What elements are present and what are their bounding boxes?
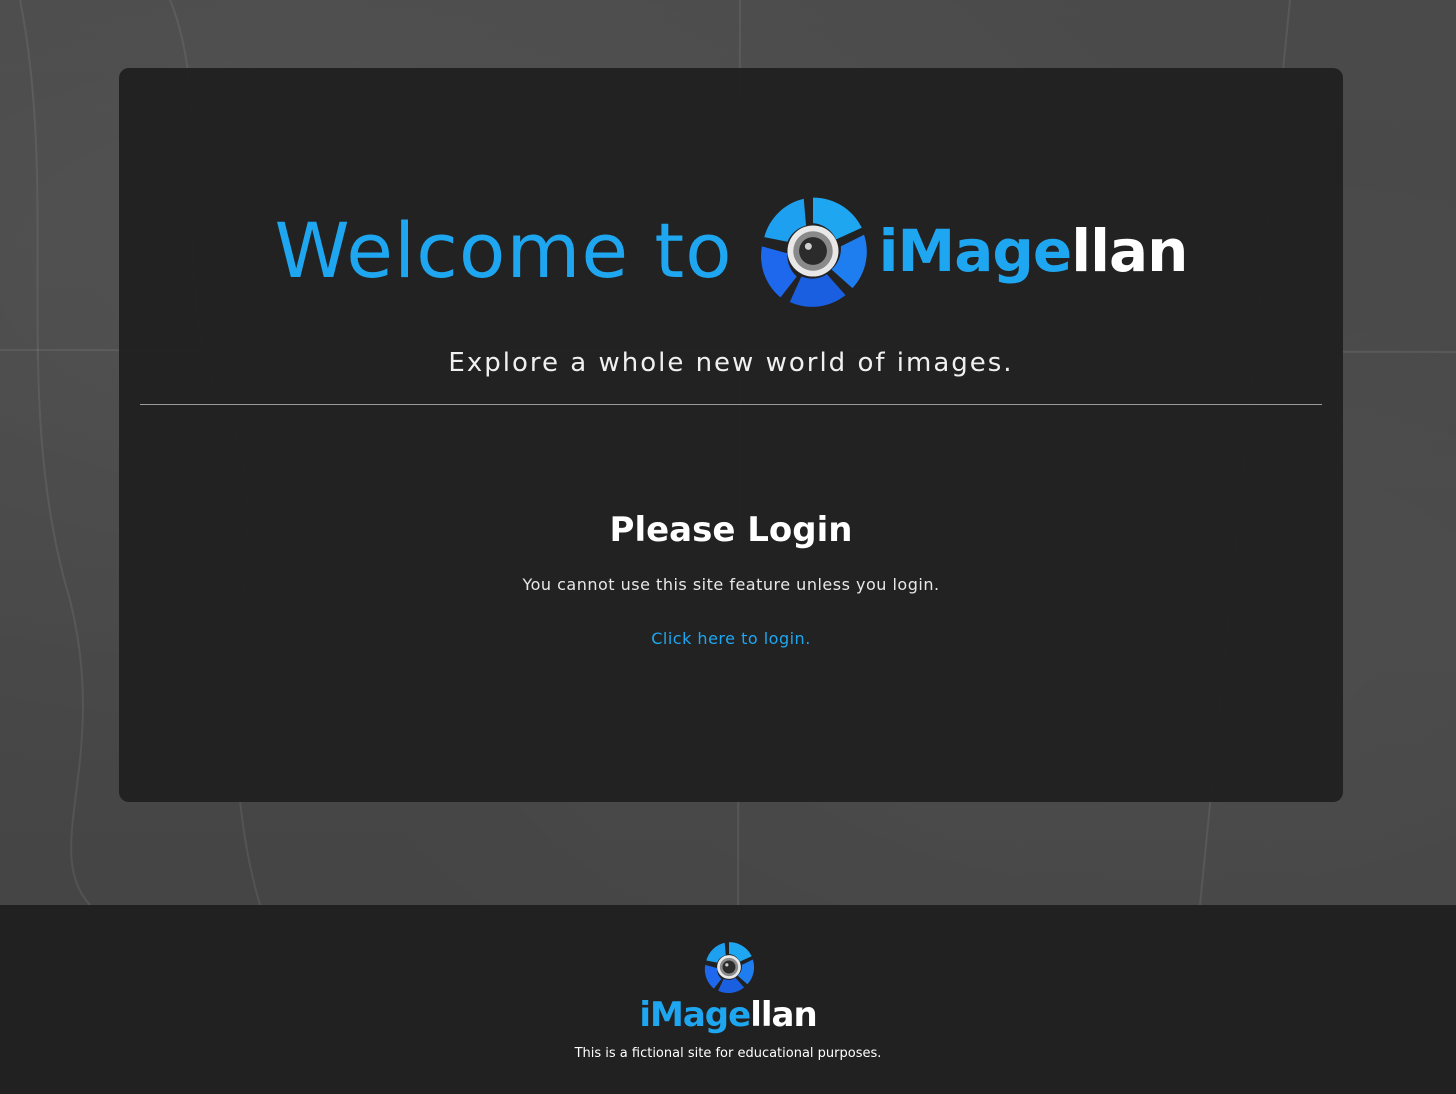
footer-wordmark-part1: iMage [639,995,751,1035]
welcome-text: Welcome to [274,206,733,295]
tagline: Explore a whole new world of images. [448,348,1014,378]
login-message: You cannot use this site feature unless … [522,575,940,594]
camera-aperture-logo-icon [755,189,871,313]
login-title: Please Login [609,510,853,550]
login-link-container: Click here to login. [119,629,1343,648]
brand-wordmark-part2: llan [1071,217,1188,285]
footer-wordmark-part2: llan [750,995,817,1035]
login-link[interactable]: Click here to login. [651,629,811,648]
hero-header: Welcome to iMagellan [119,186,1343,316]
footer-note: This is a fictional site for educational… [574,1046,882,1061]
brand-logo: iMagellan [755,189,1188,313]
footer-wordmark: iMagellan [0,998,1456,1032]
divider [140,404,1322,405]
camera-aperture-logo-icon [702,938,756,1000]
footer: iMagellan This is a fictional site for e… [0,905,1456,1094]
brand-wordmark-part1: iMage [878,217,1073,285]
welcome-panel: Welcome to iMagellan Explore a whole new… [119,68,1343,802]
brand-wordmark: iMagellan [879,222,1189,280]
